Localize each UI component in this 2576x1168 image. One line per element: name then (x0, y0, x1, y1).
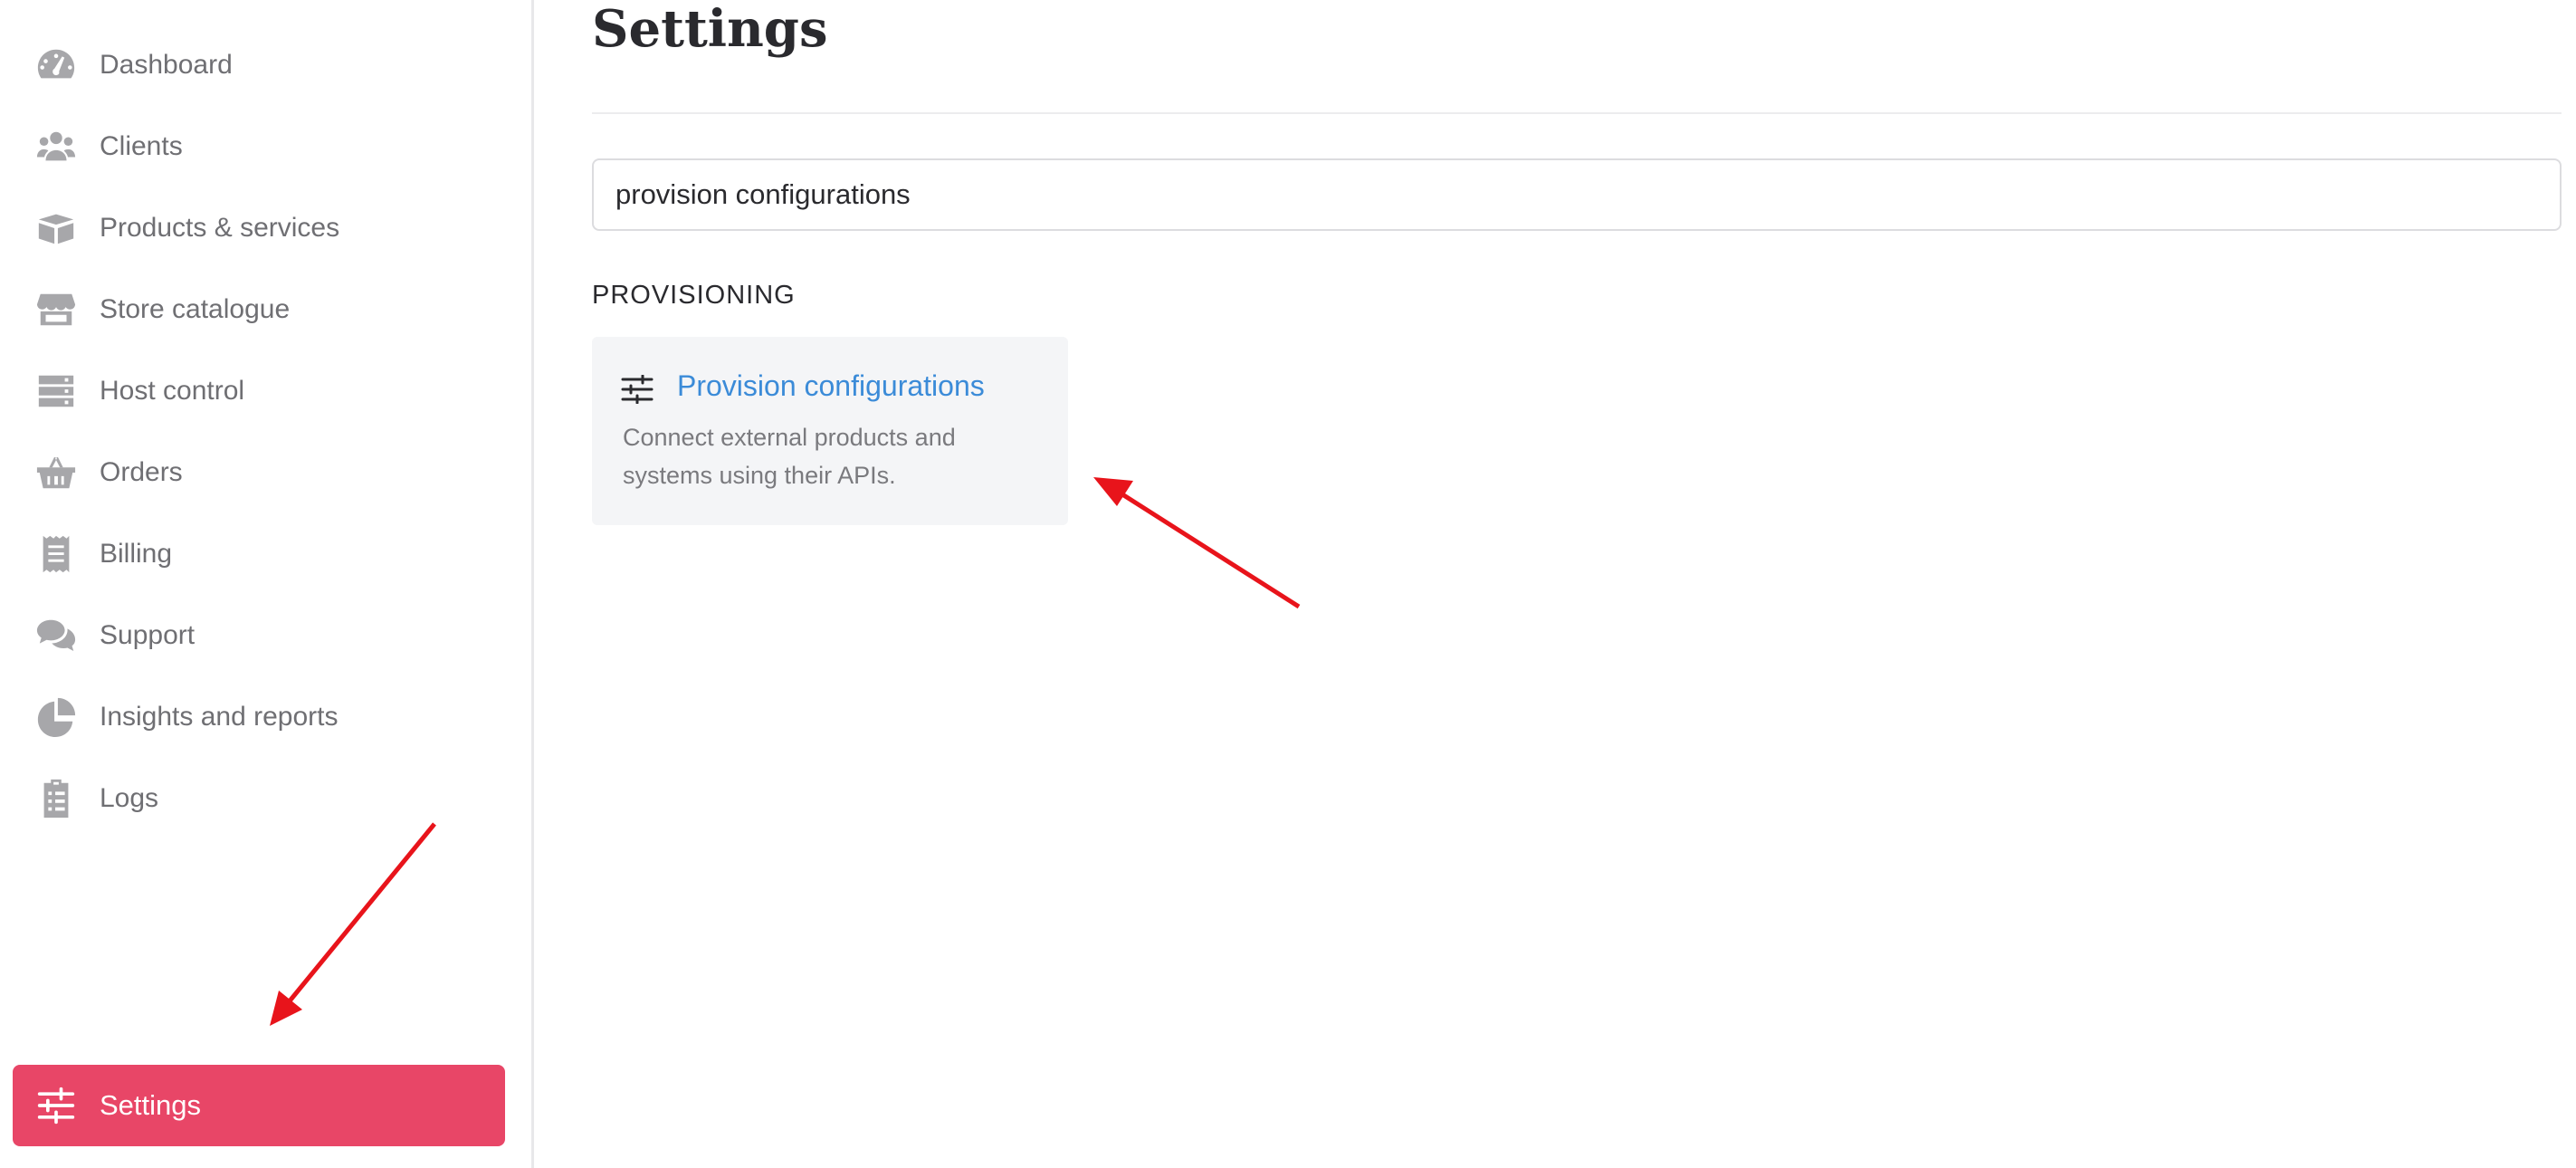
server-icon (34, 369, 78, 413)
sidebar-item-label: Store catalogue (100, 294, 291, 324)
search-result-provision-configurations[interactable]: Provision configurations Connect externa… (592, 337, 1068, 525)
sidebar-item-label: Support (100, 620, 196, 650)
sliders-icon (34, 1084, 78, 1127)
store-icon (34, 288, 78, 331)
sidebar: Dashboard Clients Products & services St… (0, 0, 534, 1168)
sidebar-item-clients[interactable]: Clients (0, 110, 534, 183)
settings-search-input[interactable] (592, 158, 2562, 231)
section-heading-provisioning: PROVISIONING (592, 281, 796, 310)
users-icon (34, 125, 78, 168)
box-open-icon (34, 206, 78, 250)
result-description: Connect external products and systems us… (623, 424, 956, 489)
sidebar-item-label: Clients (100, 131, 183, 161)
sidebar-item-label: Insights and reports (100, 702, 339, 732)
sidebar-item-products-services[interactable]: Products & services (0, 192, 534, 264)
annotation-arrow-result (1093, 477, 1301, 609)
sidebar-item-store-catalogue[interactable]: Store catalogue (0, 273, 534, 346)
sliders-icon (621, 375, 654, 404)
sidebar-item-label: Billing (100, 539, 173, 569)
sidebar-item-host-control[interactable]: Host control (0, 355, 534, 427)
sidebar-item-label: Host control (100, 376, 245, 406)
sidebar-item-label: Settings (100, 1089, 202, 1121)
title-divider (592, 112, 2562, 114)
sidebar-item-logs[interactable]: Logs (0, 762, 534, 835)
sidebar-item-dashboard[interactable]: Dashboard (0, 29, 534, 101)
sidebar-item-label: Logs (100, 783, 159, 813)
receipt-icon (34, 532, 78, 576)
clipboard-list-icon (34, 777, 78, 820)
page-title: Settings (592, 0, 828, 59)
basket-icon (34, 451, 78, 494)
dashboard-icon (34, 43, 78, 87)
sidebar-item-settings[interactable]: Settings (13, 1065, 505, 1146)
sidebar-item-billing[interactable]: Billing (0, 518, 534, 590)
sidebar-item-label: Dashboard (100, 50, 233, 80)
comments-icon (34, 614, 78, 657)
result-title-link[interactable]: Provision configurations (677, 369, 985, 403)
sidebar-item-label: Orders (100, 457, 183, 487)
pie-chart-icon (34, 695, 78, 739)
sidebar-item-support[interactable]: Support (0, 599, 534, 672)
sidebar-item-insights-reports[interactable]: Insights and reports (0, 681, 534, 753)
sidebar-item-label: Products & services (100, 213, 340, 243)
sidebar-item-orders[interactable]: Orders (0, 436, 534, 509)
